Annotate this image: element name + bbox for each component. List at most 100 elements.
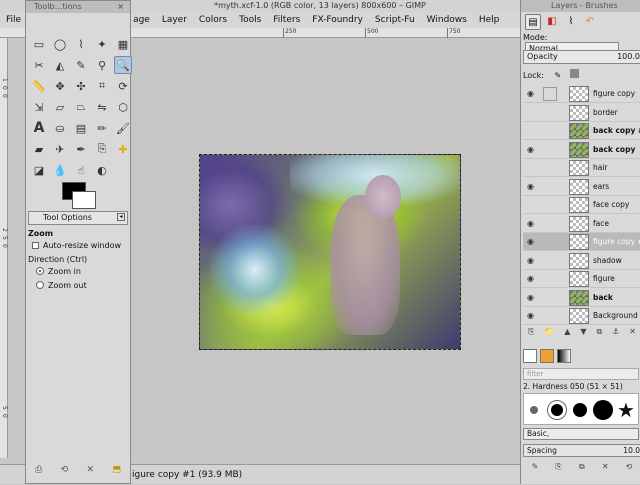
ink-icon[interactable]: ✒: [72, 140, 90, 158]
blur-icon[interactable]: 💧: [51, 161, 69, 179]
layer-row[interactable]: hair: [523, 159, 640, 177]
eye-icon[interactable]: [527, 200, 537, 210]
lower-layer-icon[interactable]: ▼: [580, 327, 586, 341]
close-icon[interactable]: ×: [117, 1, 124, 13]
heal-icon[interactable]: ✚: [114, 140, 132, 158]
duplicate-layer-icon[interactable]: ⧉: [596, 327, 602, 341]
layer-row[interactable]: ◉ figure: [523, 270, 640, 288]
menu-item[interactable]: Help: [473, 15, 506, 25]
tab-layers[interactable]: ▤: [525, 14, 541, 30]
ellipse-select-icon[interactable]: ◯: [51, 35, 69, 53]
dodge-burn-icon[interactable]: ◐: [93, 161, 111, 179]
eye-icon[interactable]: ◉: [527, 237, 537, 247]
lock-alpha-icon[interactable]: [569, 69, 579, 78]
reset-options-icon[interactable]: ⬒: [112, 465, 121, 475]
chain-icon[interactable]: [543, 254, 557, 268]
brush-swatch[interactable]: [593, 400, 613, 420]
delete-options-icon[interactable]: ✕: [86, 465, 94, 475]
eye-icon[interactable]: ◉: [527, 293, 537, 303]
chain-icon[interactable]: [543, 198, 557, 212]
shear-icon[interactable]: ▱: [51, 98, 69, 116]
airbrush-icon[interactable]: ✈: [51, 140, 69, 158]
chain-icon[interactable]: [543, 217, 557, 231]
layer-row[interactable]: back copy #1: [523, 122, 640, 140]
color-select-icon[interactable]: ▦: [114, 35, 132, 53]
paintbrush-icon[interactable]: 🖌: [114, 119, 132, 137]
lock-pixels-icon[interactable]: ✎: [554, 71, 561, 80]
eye-icon[interactable]: ◉: [527, 219, 537, 229]
bucket-fill-icon[interactable]: ⛀: [51, 119, 69, 137]
brush-swatch[interactable]: [573, 403, 587, 417]
layer-row[interactable]: ◉ ears: [523, 178, 640, 196]
chain-icon[interactable]: [543, 161, 557, 175]
background-color-swatch[interactable]: [72, 191, 96, 209]
align-icon[interactable]: ✣: [72, 77, 90, 95]
eye-icon[interactable]: ◉: [527, 274, 537, 284]
brush-swatch[interactable]: [530, 406, 538, 414]
paths-icon[interactable]: ✎: [72, 56, 90, 74]
scale-icon[interactable]: ⇲: [30, 98, 48, 116]
rect-select-icon[interactable]: ▭: [30, 35, 48, 53]
eye-icon[interactable]: [527, 163, 537, 173]
move-icon[interactable]: ✥: [51, 77, 69, 95]
tab-patterns[interactable]: [540, 349, 554, 363]
new-layer-icon[interactable]: ⎘: [528, 327, 534, 341]
layer-row[interactable]: ◉ figure copy: [523, 85, 640, 103]
layer-row[interactable]: border: [523, 104, 640, 122]
crop-icon[interactable]: ⌗: [93, 77, 111, 95]
measure-icon[interactable]: 📏: [30, 77, 48, 95]
eye-icon[interactable]: ◉: [527, 256, 537, 266]
tab-menu-icon[interactable]: ◂: [117, 213, 125, 221]
layer-row[interactable]: ◉ shadow: [523, 252, 640, 270]
layer-row[interactable]: ◉ Background: [523, 307, 640, 325]
layer-row[interactable]: face copy: [523, 196, 640, 214]
zoom-in-radio[interactable]: Zoom in: [36, 267, 81, 276]
delete-brush-icon[interactable]: ✕: [602, 462, 609, 476]
refresh-brushes-icon[interactable]: ⟲: [626, 462, 633, 476]
chain-icon[interactable]: [543, 291, 557, 305]
tab-undo[interactable]: ↶: [582, 14, 598, 30]
zoom-icon[interactable]: 🔍: [114, 56, 132, 74]
anchor-layer-icon[interactable]: ⚓: [612, 327, 619, 341]
free-select-icon[interactable]: ⌇: [72, 35, 90, 53]
brush-filter-input[interactable]: filter: [523, 368, 639, 380]
eye-icon[interactable]: ◉: [527, 311, 537, 321]
eye-icon[interactable]: [527, 126, 537, 136]
restore-options-icon[interactable]: ⟲: [61, 465, 69, 475]
layer-row[interactable]: ◉ figure copy #1: [523, 233, 640, 251]
brush-grid[interactable]: ★: [523, 393, 639, 425]
layer-row[interactable]: ◉ back copy: [523, 141, 640, 159]
menu-item[interactable]: Script-Fu: [369, 15, 421, 25]
tab-gradients[interactable]: [557, 349, 571, 363]
new-group-icon[interactable]: 📁: [544, 327, 554, 341]
star-brush-icon[interactable]: ★: [617, 400, 635, 420]
clone-icon[interactable]: ⎘: [93, 140, 111, 158]
menu-item[interactable]: Colors: [193, 15, 233, 25]
save-options-icon[interactable]: ⎙: [35, 465, 42, 475]
smudge-icon[interactable]: ☝: [72, 161, 90, 179]
brush-swatch[interactable]: [547, 400, 567, 420]
chain-icon[interactable]: [543, 87, 557, 101]
menu-item[interactable]: Tools: [233, 15, 267, 25]
menu-item[interactable]: FX-Foundry: [306, 15, 369, 25]
chain-icon[interactable]: [543, 272, 557, 286]
pencil-icon[interactable]: ✏: [93, 119, 111, 137]
new-brush-icon[interactable]: ⎘: [555, 462, 561, 476]
chain-icon[interactable]: [543, 180, 557, 194]
tab-channels[interactable]: ◧: [544, 14, 560, 30]
tab-paths[interactable]: ⌇: [563, 14, 579, 30]
chain-icon[interactable]: [543, 235, 557, 249]
eye-icon[interactable]: [527, 108, 537, 118]
chain-icon[interactable]: [543, 143, 557, 157]
perspective-clone-icon[interactable]: ◪: [30, 161, 48, 179]
foreground-select-icon[interactable]: ◭: [51, 56, 69, 74]
menu-item[interactable]: Windows: [421, 15, 473, 25]
perspective-icon[interactable]: ⏢: [72, 98, 90, 116]
zoom-out-radio[interactable]: Zoom out: [36, 281, 87, 290]
menu-item[interactable]: Layer: [156, 15, 193, 25]
chain-icon[interactable]: [543, 106, 557, 120]
chain-icon[interactable]: [543, 124, 557, 138]
rotate-icon[interactable]: ⟳: [114, 77, 132, 95]
vertical-ruler[interactable]: 1 0 0 2 5 0 5 0: [0, 38, 8, 458]
blend-icon[interactable]: ▤: [72, 119, 90, 137]
